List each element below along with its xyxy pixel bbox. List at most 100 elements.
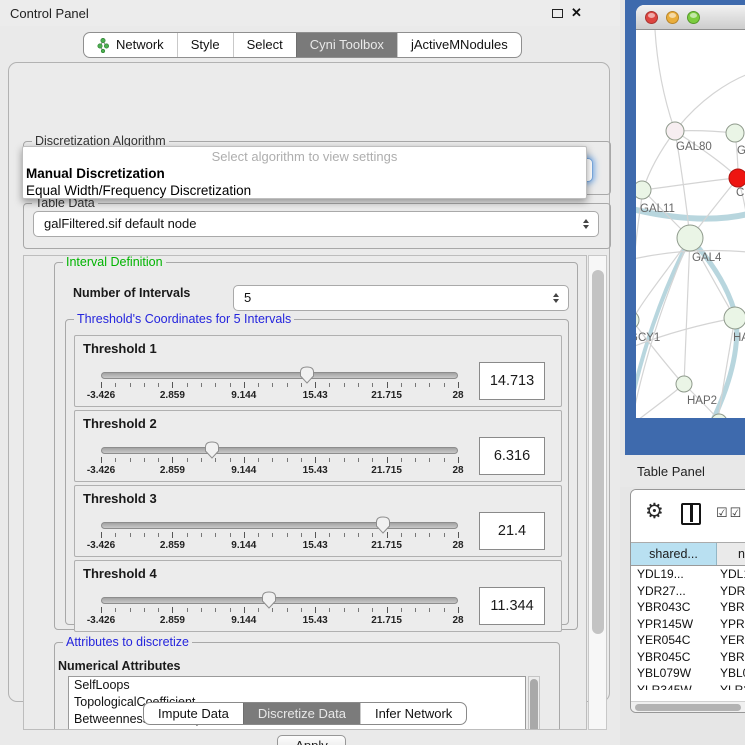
scrollbar-thumb[interactable] bbox=[635, 704, 741, 711]
cell-shared-name[interactable]: YBR045C bbox=[631, 650, 717, 667]
cell-name[interactable]: YBR0 bbox=[717, 650, 745, 667]
attributes-list-scrollbar[interactable] bbox=[528, 676, 540, 730]
threshold-4-value-field[interactable]: 11.344 bbox=[479, 587, 545, 625]
scrollbar-thumb[interactable] bbox=[530, 679, 538, 730]
cell-name[interactable]: YER0 bbox=[717, 633, 745, 650]
close-traffic-light-icon[interactable] bbox=[645, 11, 658, 24]
attribute-list-item[interactable]: SelfLoops bbox=[69, 677, 525, 694]
slider-thumb[interactable] bbox=[261, 591, 277, 614]
cell-name[interactable]: YBL0 bbox=[717, 666, 745, 683]
cell-shared-name[interactable]: YLR345W bbox=[631, 683, 717, 691]
threshold-2-slider[interactable]: -3.4262.8599.14415.4321.71528 bbox=[101, 441, 458, 481]
tick-label: 9.144 bbox=[231, 615, 256, 626]
cell-shared-name[interactable]: YER054C bbox=[631, 633, 717, 650]
threshold-3-value-field[interactable]: 21.4 bbox=[479, 512, 545, 550]
table-row[interactable]: YBR045CYBR0 bbox=[631, 650, 745, 667]
tick-mark bbox=[144, 458, 145, 462]
network-node[interactable] bbox=[666, 122, 684, 140]
tick-mark bbox=[244, 532, 245, 538]
table-row[interactable]: YER054CYER0 bbox=[631, 633, 745, 650]
threshold-2-value-field[interactable]: 6.316 bbox=[479, 437, 545, 475]
table-row[interactable]: YPR145WYPR1 bbox=[631, 617, 745, 634]
network-node[interactable] bbox=[677, 225, 703, 251]
tick-mark bbox=[458, 607, 459, 613]
cell-shared-name[interactable]: YBL079W bbox=[631, 666, 717, 683]
cell-name[interactable]: YDR2 bbox=[717, 584, 745, 601]
tab-infer-network[interactable]: Infer Network bbox=[360, 703, 466, 724]
slider-thumb[interactable] bbox=[299, 366, 315, 389]
threshold-3-label: Threshold 3 bbox=[83, 491, 157, 506]
threshold-1-value-field[interactable]: 14.713 bbox=[479, 362, 545, 400]
tick-mark bbox=[315, 607, 316, 613]
edge[interactable] bbox=[675, 74, 745, 131]
table-row[interactable]: YLR345WYLR3 bbox=[631, 683, 745, 691]
table-header-row: shared... na bbox=[631, 542, 745, 566]
tick-mark bbox=[329, 383, 330, 387]
tab-network[interactable]: Network bbox=[84, 33, 177, 57]
checkbox-icons[interactable]: ☑☑ bbox=[716, 505, 743, 521]
edge[interactable] bbox=[643, 178, 737, 190]
network-node[interactable] bbox=[636, 181, 651, 199]
cell-shared-name[interactable]: YPR145W bbox=[631, 617, 717, 634]
threshold-1-slider[interactable]: -3.4262.8599.14415.4321.71528 bbox=[101, 366, 458, 406]
network-window-titlebar[interactable] bbox=[636, 5, 745, 30]
table-row[interactable]: YDR27...YDR2 bbox=[631, 584, 745, 601]
cell-shared-name[interactable]: YDL19... bbox=[631, 567, 717, 584]
close-icon[interactable]: ✕ bbox=[571, 5, 582, 21]
number-of-intervals-combobox[interactable]: 5 bbox=[233, 285, 569, 311]
tab-impute-data[interactable]: Impute Data bbox=[144, 703, 243, 724]
cell-name[interactable]: YBR0 bbox=[717, 600, 745, 617]
network-graph[interactable]: GAL80GACGAL11GAL4GCY1HAHAP2 bbox=[636, 30, 745, 418]
tab-style[interactable]: Style bbox=[177, 33, 233, 57]
column-header-name[interactable]: na bbox=[717, 543, 745, 565]
algorithm-option-equal-width[interactable]: Equal Width/Frequency Discretization bbox=[23, 182, 586, 199]
network-node[interactable] bbox=[724, 307, 745, 329]
network-canvas[interactable]: GAL80GACGAL11GAL4GCY1HAHAP2 bbox=[636, 30, 745, 418]
tick-mark bbox=[244, 607, 245, 613]
slider-thumb[interactable] bbox=[204, 441, 220, 464]
table-row[interactable]: YBL079WYBL0 bbox=[631, 666, 745, 683]
cyni-toolbox-panel: Discretization Algorithm Select algorith… bbox=[8, 62, 610, 702]
table-row[interactable]: YDL19...YDL1 bbox=[631, 567, 745, 584]
slider-thumb[interactable] bbox=[375, 516, 391, 539]
table-row[interactable]: YBR043CYBR0 bbox=[631, 600, 745, 617]
tab-jactivemnodules[interactable]: jActiveMNodules bbox=[397, 33, 521, 57]
cell-name[interactable]: YPR1 bbox=[717, 617, 745, 634]
network-node[interactable] bbox=[676, 376, 692, 392]
numerical-attributes-label: Numerical Attributes bbox=[58, 659, 180, 673]
algorithm-option-manual[interactable]: Manual Discretization bbox=[23, 165, 586, 182]
cell-shared-name[interactable]: YBR043C bbox=[631, 600, 717, 617]
column-header-shared-name[interactable]: shared... bbox=[631, 543, 717, 565]
tab-discretize-data[interactable]: Discretize Data bbox=[243, 703, 360, 724]
split-column-icon[interactable] bbox=[681, 503, 701, 525]
edge[interactable] bbox=[636, 250, 745, 262]
table-horizontal-scrollbar[interactable] bbox=[631, 701, 745, 712]
edge[interactable] bbox=[684, 238, 690, 384]
control-panel: Control Panel ✕ Network Style Select Cyn… bbox=[0, 0, 620, 745]
tick-mark bbox=[230, 533, 231, 537]
edge[interactable] bbox=[655, 30, 675, 131]
edge[interactable] bbox=[638, 384, 684, 418]
threshold-4-slider[interactable]: -3.4262.8599.14415.4321.71528 bbox=[101, 591, 458, 631]
cell-name[interactable]: YDL1 bbox=[717, 567, 745, 584]
tab-cyni-toolbox[interactable]: Cyni Toolbox bbox=[296, 33, 397, 57]
apply-button[interactable]: Apply bbox=[277, 735, 346, 745]
cell-name[interactable]: YLR3 bbox=[717, 683, 745, 691]
threshold-3-slider[interactable]: -3.4262.8599.14415.4321.71528 bbox=[101, 516, 458, 556]
tab-select[interactable]: Select bbox=[233, 33, 296, 57]
main-vertical-scrollbar[interactable] bbox=[588, 255, 607, 730]
gear-icon[interactable]: ⚙ bbox=[645, 499, 664, 524]
float-window-icon[interactable] bbox=[552, 9, 563, 18]
algorithm-dropdown-popup: Select algorithm to view settings Manual… bbox=[22, 146, 587, 199]
combobox-arrows-icon bbox=[553, 293, 559, 303]
scrollbar-thumb[interactable] bbox=[592, 270, 604, 634]
minimize-traffic-light-icon[interactable] bbox=[666, 11, 679, 24]
cell-shared-name[interactable]: YDR27... bbox=[631, 584, 717, 601]
network-node[interactable] bbox=[726, 124, 744, 142]
network-node[interactable] bbox=[729, 169, 745, 187]
table-data-combobox[interactable]: galFiltered.sif default node bbox=[33, 211, 599, 237]
tick-label: 9.144 bbox=[231, 465, 256, 476]
edge[interactable] bbox=[643, 131, 675, 190]
network-node[interactable] bbox=[636, 311, 639, 329]
zoom-traffic-light-icon[interactable] bbox=[687, 11, 700, 24]
